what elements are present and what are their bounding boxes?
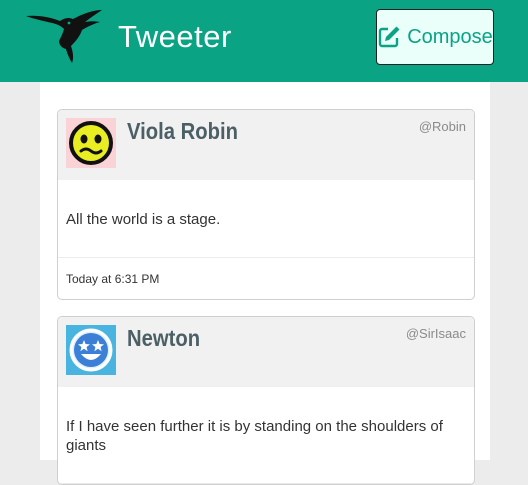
compose-label: Compose	[407, 25, 493, 48]
tweet-timestamp: Today at 6:31 PM	[66, 272, 160, 286]
tweet-header: Viola Robin @Robin	[58, 110, 474, 180]
author-handle: @SirIsaac	[405, 326, 466, 341]
blue-starry-smiley-avatar	[66, 325, 116, 375]
tweet-card: Viola Robin @Robin All the world is a st…	[57, 109, 475, 300]
tweet-feed: Viola Robin @Robin All the world is a st…	[40, 82, 490, 485]
tweet-text: All the world is a stage.	[58, 180, 474, 258]
brand-title: Tweeter	[118, 19, 232, 54]
compose-button[interactable]: Compose	[376, 9, 494, 65]
tweet-footer: Today at 6:31 PM	[58, 258, 474, 299]
author-name: Viola Robin	[127, 118, 238, 144]
edit-icon	[378, 26, 400, 48]
author-handle: @Robin	[418, 119, 466, 134]
hummingbird-icon	[26, 10, 102, 63]
tweet-header: Newton @SirIsaac	[58, 317, 474, 387]
tweet-text: If I have seen further it is by standing…	[58, 387, 474, 484]
top-nav-bar: Tweeter Compose	[0, 0, 528, 82]
yellow-smiley-avatar	[66, 118, 116, 168]
author-name: Newton	[127, 325, 201, 351]
